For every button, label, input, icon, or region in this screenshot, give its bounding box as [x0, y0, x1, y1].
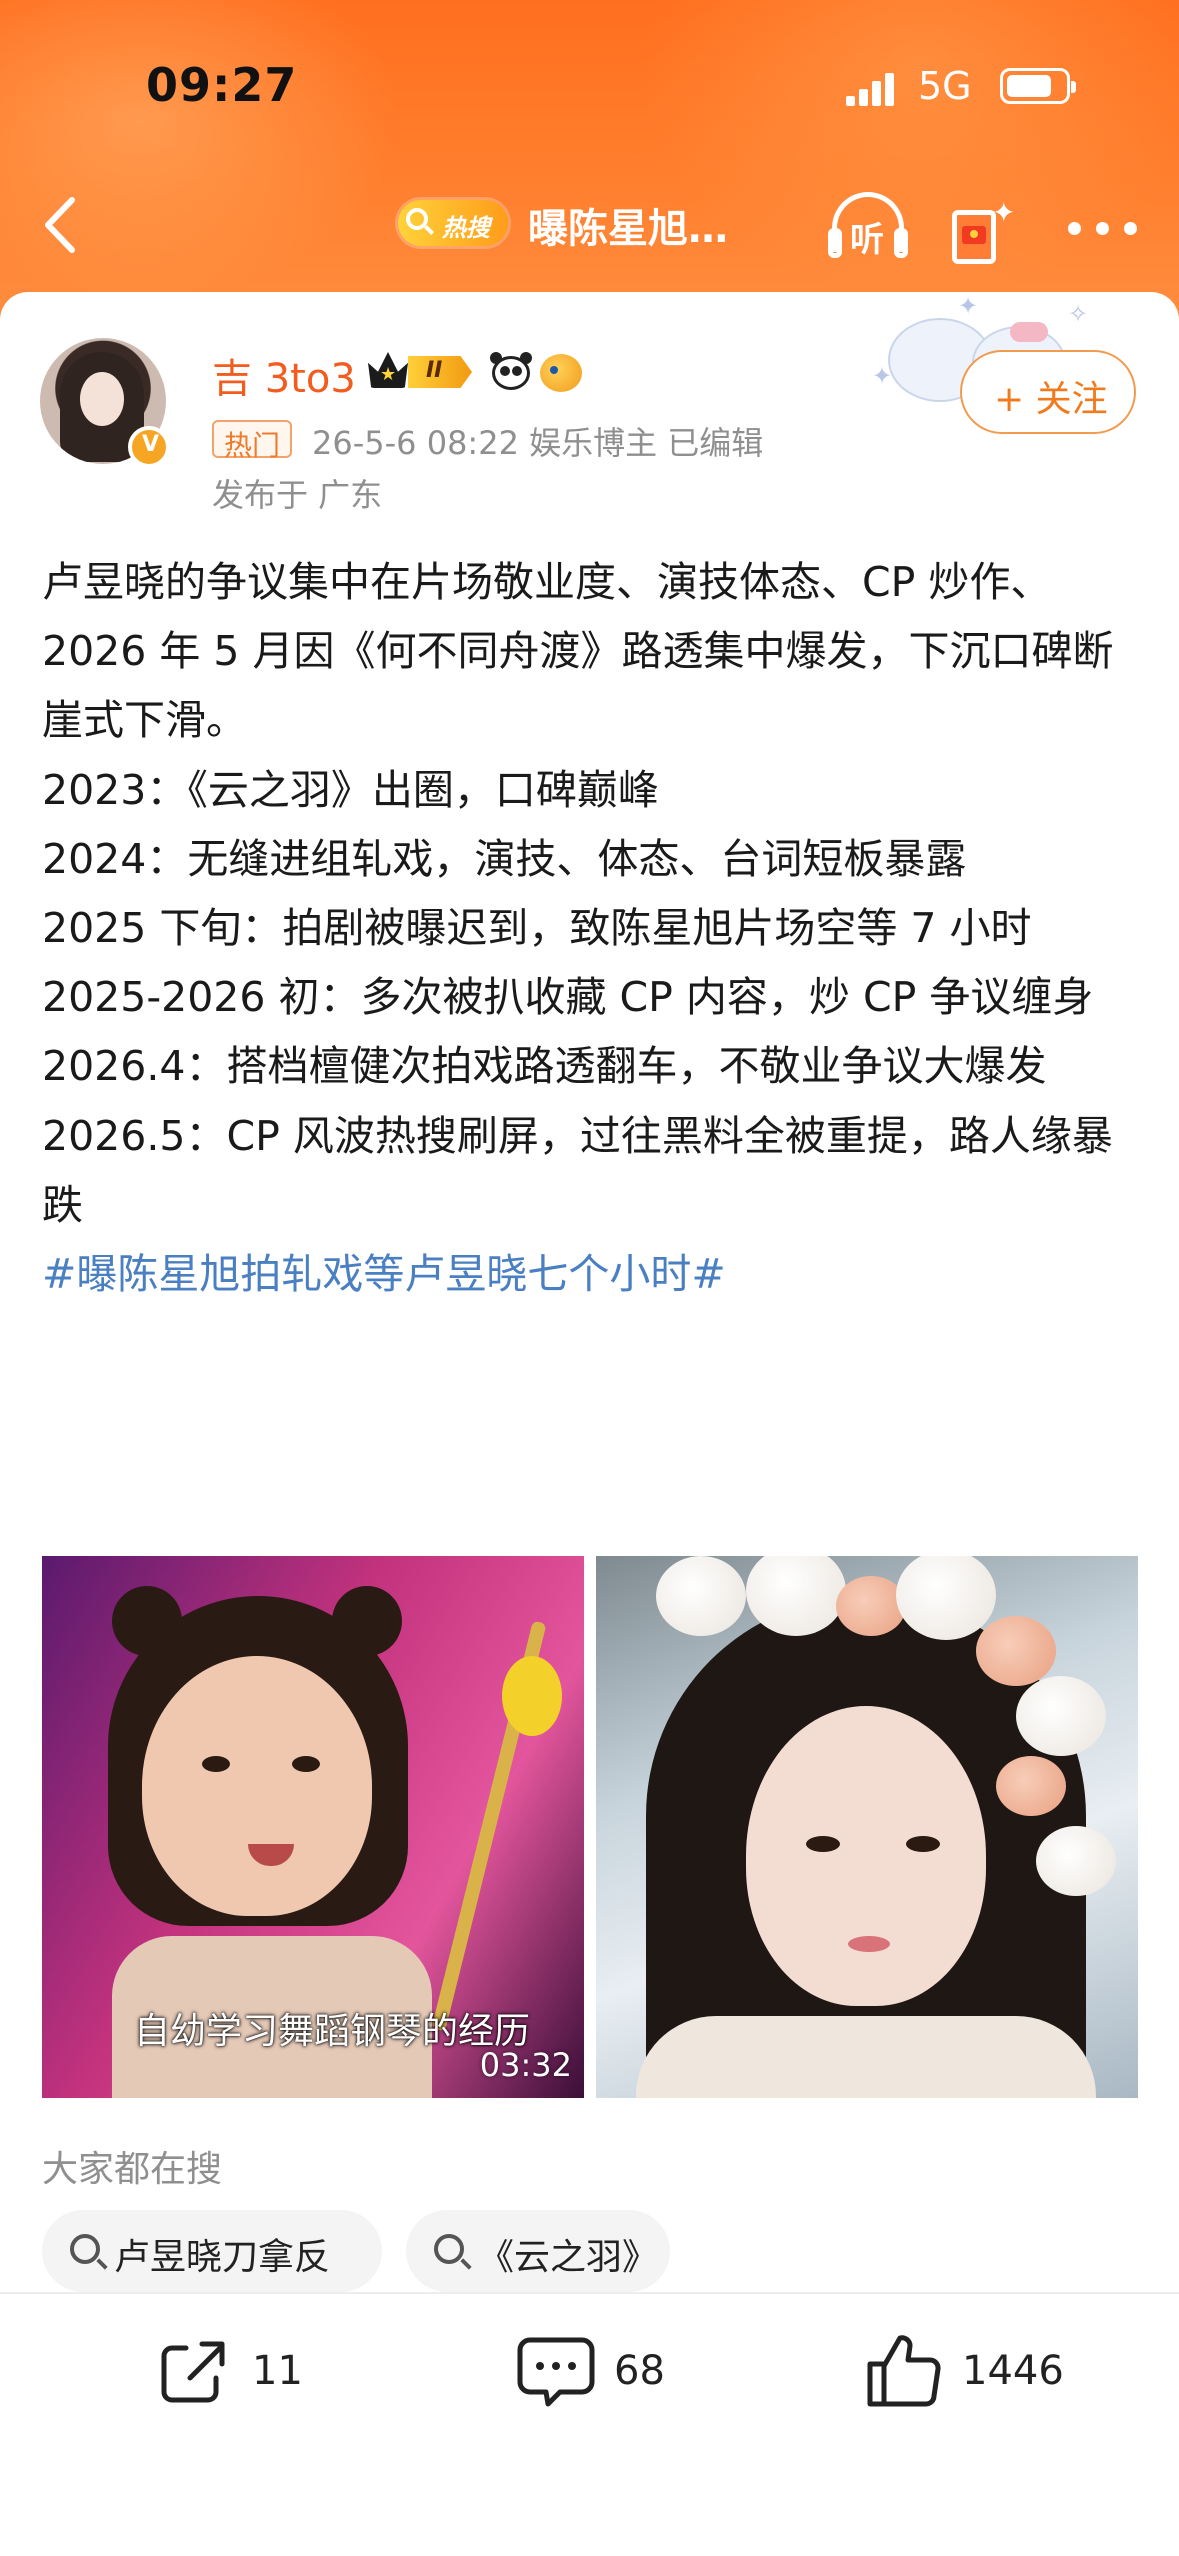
post-location: 发布于 广东 [212, 476, 383, 514]
share-button[interactable]: 11 [156, 2330, 316, 2420]
search-chip[interactable]: 《云之羽》 [406, 2210, 670, 2292]
video-thumbnail[interactable]: 自幼学习舞蹈钢琴的经历 03:32 [42, 1556, 584, 2098]
video-duration: 03:32 [479, 2046, 572, 2084]
status-time: 09:27 [146, 58, 298, 112]
comment-icon [517, 2337, 595, 2407]
hashtag-link[interactable]: #曝陈星旭拍轧戏等卢昱晓七个小时# [42, 1240, 1142, 1309]
post-paragraph: 2026.5：CP 风波热搜刷屏，过往黑料全被重提，路人缘暴跌 [42, 1111, 1113, 1229]
post-meta: 26-5-6 08:22 娱乐博主 已编辑 [312, 424, 764, 462]
thumbs-up-icon [867, 2335, 941, 2407]
red-packet-icon[interactable]: ✦ [946, 188, 1016, 268]
like-button[interactable]: 1446 [862, 2330, 1082, 2420]
search-icon [70, 2234, 100, 2264]
search-chip[interactable]: 卢昱晓刀拿反 [42, 2210, 382, 2292]
post-paragraph: 2024：无缝进组轧戏，演技、体态、台词短板暴露 [42, 834, 967, 883]
post-paragraph: 2025 下旬：拍剧被曝迟到，致陈星旭片场空等 7 小时 [42, 904, 1032, 953]
hot-tag: 热门 [212, 420, 292, 462]
video-caption: 自幼学习舞蹈钢琴的经历 [134, 2011, 531, 2052]
post-paragraph: 2023：《云之羽》出圈，口碑巅峰 [42, 765, 659, 814]
post-paragraph: 2026.4：搭档檀健次拍戏路透翻车，不敬业争议大爆发 [42, 1042, 1047, 1091]
search-icon [434, 2234, 464, 2264]
battery-icon [1000, 68, 1076, 104]
listen-icon[interactable]: 听 [826, 186, 910, 266]
share-count: 11 [252, 2348, 303, 2394]
share-icon [161, 2341, 225, 2403]
post-paragraph: 2025-2026 初：多次被扒收藏 CP 内容，炒 CP 争议缠身 [42, 973, 1094, 1022]
follow-button[interactable]: + 关注 [960, 350, 1136, 434]
more-icon[interactable] [1068, 222, 1138, 236]
fish-icon [540, 354, 582, 392]
like-count: 1446 [962, 2348, 1064, 2394]
search-section-label: 大家都在搜 [42, 2149, 223, 2190]
comment-button[interactable]: 68 [516, 2330, 696, 2420]
panda-icon [490, 352, 532, 392]
crown-level-badge[interactable]: ★ II [368, 350, 480, 394]
signal-icon [846, 72, 894, 106]
comment-count: 68 [614, 2348, 665, 2394]
back-icon[interactable] [30, 190, 90, 260]
verified-badge-icon: V [128, 426, 170, 468]
header-bar [0, 0, 1179, 330]
network-label: 5G [918, 64, 972, 108]
author-name[interactable]: 吉 3to3 [212, 346, 356, 404]
page-title[interactable]: 曝陈星旭… [528, 196, 728, 254]
post-paragraph: 卢昱晓的争议集中在片场敬业度、演技体态、CP 炒作、2026 年 5 月因《何不… [42, 558, 1114, 745]
post-body: 卢昱晓的争议集中在片场敬业度、演技体态、CP 炒作、2026 年 5 月因《何不… [42, 548, 1142, 1309]
hot-search-badge[interactable]: 热搜 [398, 200, 508, 246]
photo-thumbnail[interactable] [596, 1556, 1138, 2098]
